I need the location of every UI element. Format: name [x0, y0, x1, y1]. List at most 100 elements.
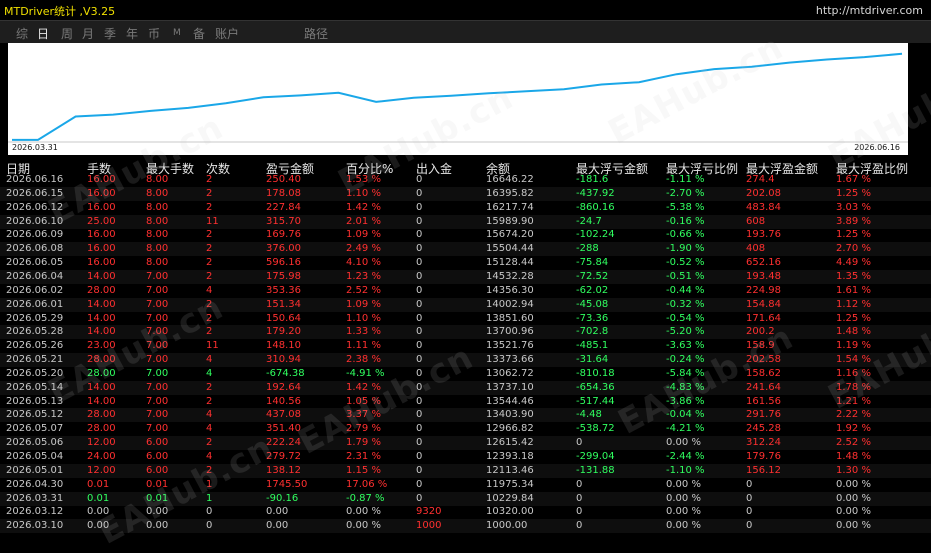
cell-date: 2026.05.14: [6, 381, 64, 393]
cell-max-lots: 7.00: [146, 354, 169, 366]
cell-max-float-loss-pct: 0.00 %: [666, 506, 701, 518]
tab-magic[interactable]: M: [173, 28, 181, 38]
cell-max-float-profit: 193.48: [746, 270, 781, 282]
cell-date: 2026.06.02: [6, 284, 64, 296]
cell-date: 2026.05.12: [6, 409, 64, 421]
table-row-background: [0, 186, 931, 201]
table-row-background: [0, 436, 931, 451]
cell-max-lots: 7.00: [146, 340, 169, 352]
cell-max-float-profit-pct: 1.25 %: [836, 312, 871, 324]
cell-balance: 13062.72: [486, 367, 534, 379]
cell-max-float-loss-pct: 0.00 %: [666, 478, 701, 490]
cell-balance: 13851.60: [486, 312, 534, 324]
cell-max-float-loss: 0: [576, 437, 583, 449]
cell-lots: 28.00: [87, 354, 116, 366]
cell-balance: 14002.94: [486, 298, 534, 310]
tab-quarter[interactable]: 季: [104, 25, 116, 42]
cell-balance: 13521.76: [486, 340, 534, 352]
cell-balance: 13700.96: [486, 326, 534, 338]
tab-day[interactable]: 日: [37, 25, 49, 42]
cell-pnl: 175.98: [266, 270, 301, 282]
table-row-background: [0, 519, 931, 534]
cell-percent: 1.10 %: [346, 312, 381, 324]
tab-year[interactable]: 年: [126, 25, 138, 42]
cell-max-float-profit-pct: 1.92 %: [836, 423, 871, 435]
cell-lots: 0.01: [87, 478, 110, 490]
cell-lots: 14.00: [87, 395, 116, 407]
cell-pnl: 150.64: [266, 312, 301, 324]
cell-lots: 14.00: [87, 381, 116, 393]
cell-count: 11: [206, 340, 219, 352]
cell-max-float-profit-pct: 1.21 %: [836, 395, 871, 407]
cell-deposit: 0: [416, 312, 423, 324]
table-row-background: [0, 325, 931, 340]
cell-max-float-loss: -437.92: [576, 187, 615, 199]
website-link[interactable]: http://mtdriver.com: [816, 4, 923, 17]
cell-max-float-loss-pct: -5.38 %: [666, 201, 705, 213]
tab-summary[interactable]: 综: [16, 25, 28, 42]
cell-balance: 15989.90: [486, 215, 534, 227]
tab-account[interactable]: 账户: [215, 25, 239, 42]
cell-count: 2: [206, 437, 213, 449]
cell-max-float-loss: -299.04: [576, 451, 615, 462]
cell-pnl: -674.38: [266, 367, 305, 379]
cell-deposit: 0: [416, 298, 423, 310]
cell-max-float-loss: -72.52: [576, 270, 609, 282]
cell-max-lots: 7.00: [146, 298, 169, 310]
cell-percent: 17.06 %: [346, 478, 388, 490]
cell-percent: 0.00 %: [346, 520, 381, 532]
cell-max-float-profit-pct: 1.12 %: [836, 298, 871, 310]
cell-max-float-loss-pct: -1.90 %: [666, 243, 705, 255]
tab-week[interactable]: 周: [61, 25, 73, 42]
cell-max-float-profit: 245.28: [746, 423, 781, 435]
cell-lots: 16.00: [87, 187, 116, 199]
cell-max-float-profit-pct: 0.00 %: [836, 492, 871, 504]
tab-currency[interactable]: 币: [148, 25, 160, 42]
cell-max-float-loss: -45.08: [576, 298, 609, 310]
cell-max-float-loss: -75.84: [576, 257, 609, 269]
cell-lots: 28.00: [87, 409, 116, 421]
cell-percent: 1.79 %: [346, 437, 381, 449]
cell-max-float-profit: 0: [746, 520, 753, 532]
cell-percent: 2.01 %: [346, 215, 381, 227]
cell-max-float-profit-pct: 1.16 %: [836, 367, 871, 379]
cell-max-lots: 7.00: [146, 326, 169, 338]
cell-balance: 16646.22: [486, 174, 534, 185]
cell-date: 2026.05.04: [6, 451, 64, 462]
cell-max-float-profit: 200.2: [746, 326, 775, 338]
cell-balance: 14356.30: [486, 284, 534, 296]
cell-deposit: 0: [416, 187, 423, 199]
cell-percent: 1.05 %: [346, 395, 381, 407]
cell-percent: 1.42 %: [346, 201, 381, 213]
cell-max-float-loss: -73.36: [576, 312, 609, 324]
cell-pnl: 178.08: [266, 187, 301, 199]
cell-pnl: 279.72: [266, 451, 301, 462]
cell-max-float-profit: 0: [746, 478, 753, 490]
cell-date: 2026.05.29: [6, 312, 64, 324]
cell-pnl: 596.16: [266, 257, 301, 269]
cell-balance: 16395.82: [486, 187, 534, 199]
cell-lots: 16.00: [87, 243, 116, 255]
cell-percent: 1.09 %: [346, 229, 381, 241]
cell-count: 2: [206, 270, 213, 282]
cell-balance: 15504.44: [486, 243, 534, 255]
cell-date: 2026.05.20: [6, 367, 64, 379]
tab-month[interactable]: 月: [82, 25, 94, 42]
equity-chart-svg: [8, 52, 908, 143]
cell-max-float-profit-pct: 1.30 %: [836, 464, 871, 476]
cell-max-lots: 6.00: [146, 437, 169, 449]
cell-max-lots: 0.00: [146, 506, 169, 518]
equity-chart: 2026.03.31 2026.06.16: [8, 43, 908, 155]
cell-max-float-profit: 193.76: [746, 229, 781, 241]
cell-deposit: 0: [416, 340, 423, 352]
cell-lots: 16.00: [87, 201, 116, 213]
cell-max-lots: 8.00: [146, 187, 169, 199]
tab-path[interactable]: 路径: [304, 25, 328, 42]
cell-max-float-profit-pct: 1.54 %: [836, 354, 871, 366]
cell-max-float-loss-pct: -4.83 %: [666, 381, 705, 393]
tab-note[interactable]: 备: [193, 25, 205, 42]
cell-max-lots: 7.00: [146, 381, 169, 393]
cell-count: 0: [206, 506, 213, 518]
cell-deposit: 0: [416, 451, 423, 462]
cell-max-lots: 8.00: [146, 257, 169, 269]
